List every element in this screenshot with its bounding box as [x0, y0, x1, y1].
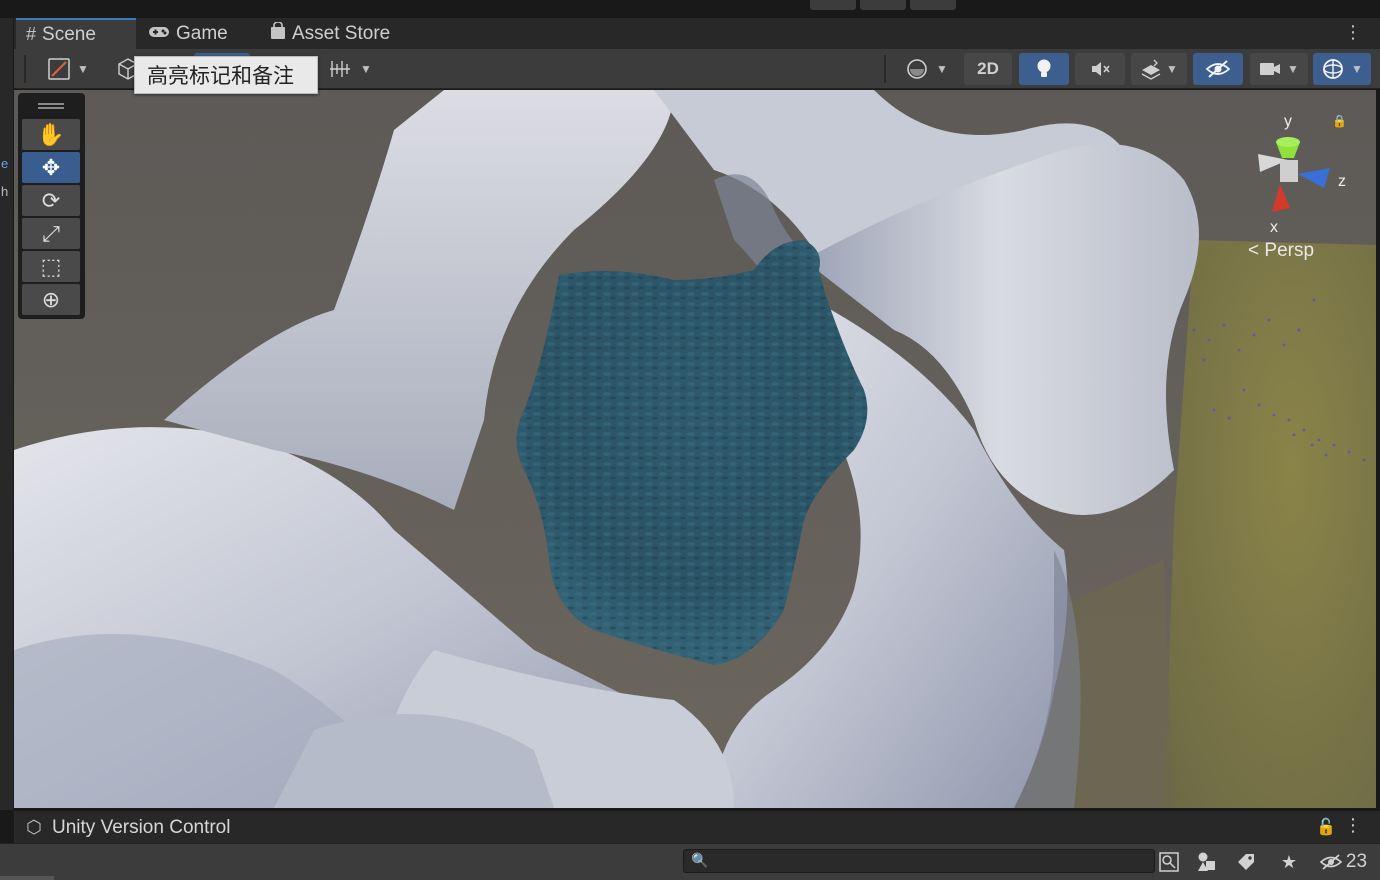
- chevron-down-icon: ▼: [936, 62, 948, 76]
- tab-game[interactable]: Game: [138, 18, 238, 49]
- version-control-icon: ⬡: [26, 817, 42, 837]
- search-icon: 🔍: [691, 852, 709, 868]
- left-panel-edge: e h: [0, 18, 14, 810]
- left-fragment-h: h: [1, 184, 9, 199]
- project-toolbar: 🔍 ★ 23: [0, 843, 1380, 880]
- grid-snapping-dropdown[interactable]: ▼: [322, 53, 378, 85]
- hidden-count: 23: [1345, 851, 1368, 872]
- filter-by-type-button[interactable]: [1194, 847, 1220, 877]
- transform-icon: ⊕: [41, 286, 61, 312]
- search-by-scene-button[interactable]: [1157, 847, 1181, 877]
- eye-slash-icon: [1205, 60, 1231, 78]
- more-options-icon[interactable]: ⋮: [1344, 22, 1362, 43]
- gizmo-globe-icon: [1323, 59, 1343, 79]
- save-search-icon: [1159, 852, 1179, 872]
- grid-snap-icon: [330, 61, 351, 77]
- rotate-icon: ⟳: [41, 187, 61, 213]
- gizmo-x-cone[interactable]: [1272, 184, 1290, 212]
- chevron-down-icon: ▼: [1287, 62, 1299, 76]
- terrain-render: [14, 90, 1376, 808]
- chevron-down-icon: ▼: [1166, 62, 1178, 76]
- version-control-header: ⬡ Unity Version Control 🔓 ⋮: [14, 810, 1380, 843]
- projection-toggle[interactable]: < Persp: [1248, 240, 1314, 262]
- shopping-bag-icon: [270, 21, 286, 45]
- transform-tool-button[interactable]: ⊕: [22, 284, 80, 315]
- gizmo-z-label: z: [1338, 173, 1346, 190]
- more-options-icon[interactable]: ⋮: [1344, 815, 1362, 836]
- 2d-toggle-button[interactable]: 2D: [964, 53, 1012, 85]
- chevron-down-icon: ▼: [1351, 62, 1363, 76]
- tab-label: Game: [176, 22, 228, 44]
- shading-dropdown[interactable]: ▼: [898, 53, 956, 85]
- move-tool-button[interactable]: ✥: [22, 152, 80, 183]
- tab-label: Scene: [42, 23, 96, 45]
- lock-icon[interactable]: 🔒: [1332, 114, 1347, 128]
- shapes-filter-icon: [1198, 852, 1215, 871]
- scale-icon: ⤢: [42, 220, 60, 246]
- eye-slash-icon: [1319, 854, 1343, 870]
- chevron-down-icon: ▼: [360, 62, 372, 76]
- tab-scene[interactable]: # Scene: [16, 18, 136, 49]
- audio-toggle[interactable]: [1075, 53, 1125, 85]
- drag-handle-icon[interactable]: [38, 103, 64, 109]
- play-button[interactable]: [810, 0, 856, 10]
- rect-tool-button[interactable]: ⬚: [22, 251, 80, 282]
- move-arrows-icon: ✥: [41, 154, 61, 180]
- star-icon: ★: [1280, 851, 1298, 872]
- effects-dropdown[interactable]: ▼: [1131, 53, 1187, 85]
- toolbar-divider: [884, 55, 886, 83]
- light-bulb-icon: [1037, 59, 1051, 77]
- chevron-left-icon: <: [1248, 240, 1260, 261]
- gizmo-center-cube[interactable]: [1280, 160, 1298, 182]
- filter-by-label-button[interactable]: [1233, 847, 1259, 877]
- gizmo-y-label: y: [1284, 113, 1292, 130]
- lock-icon[interactable]: 🔓: [1316, 817, 1336, 837]
- favorites-button[interactable]: ★: [1276, 847, 1302, 877]
- rect-transform-icon: ⬚: [40, 253, 62, 279]
- gamepad-icon: [148, 23, 170, 44]
- toolbar-divider: [24, 55, 26, 83]
- draw-mode-dropdown[interactable]: ▼: [40, 53, 96, 85]
- projection-label: Persp: [1264, 240, 1315, 261]
- tools-overlay: ✋ ✥ ⟳ ⤢ ⬚ ⊕: [18, 93, 85, 319]
- audio-mute-icon: [1092, 62, 1110, 76]
- hidden-packages-toggle[interactable]: 23: [1316, 847, 1370, 877]
- scene-viewport[interactable]: [14, 90, 1376, 808]
- top-bar: [0, 0, 1380, 18]
- scale-tool-button[interactable]: ⤢: [22, 218, 80, 249]
- step-button[interactable]: [910, 0, 956, 10]
- tag-icon: [1238, 854, 1254, 870]
- layers-effects-icon: [1141, 59, 1161, 80]
- hand-icon: ✋: [37, 121, 65, 147]
- scene-visibility-toggle[interactable]: [1193, 53, 1243, 85]
- sphere-shading-icon: [907, 59, 927, 79]
- lighting-toggle[interactable]: [1019, 53, 1069, 85]
- gizmo-x-label: x: [1270, 219, 1278, 236]
- shading-mode-icon: [48, 58, 70, 80]
- grid-hash-icon: #: [26, 24, 37, 44]
- left-fragment-e: e: [1, 156, 9, 171]
- chevron-down-icon: ▼: [77, 62, 89, 76]
- version-control-title: Unity Version Control: [52, 817, 231, 838]
- bottom-edge: [0, 876, 54, 880]
- gizmos-dropdown[interactable]: ▼: [1313, 53, 1371, 85]
- tab-asset-store[interactable]: Asset Store: [260, 18, 400, 49]
- tab-bar: # Scene Game Asset Store ⋮: [14, 18, 1380, 49]
- highlight-notes-tooltip: 高亮标记和备注: [134, 56, 318, 94]
- camera-settings-dropdown[interactable]: ▼: [1250, 53, 1308, 85]
- rotate-tool-button[interactable]: ⟳: [22, 185, 80, 216]
- search-input[interactable]: 🔍: [683, 849, 1155, 873]
- pause-button[interactable]: [860, 0, 906, 10]
- tab-label: Asset Store: [292, 22, 391, 44]
- hand-tool-button[interactable]: ✋: [22, 119, 80, 150]
- gizmo-z-cone[interactable]: [1298, 168, 1330, 188]
- camera-icon: [1260, 63, 1281, 75]
